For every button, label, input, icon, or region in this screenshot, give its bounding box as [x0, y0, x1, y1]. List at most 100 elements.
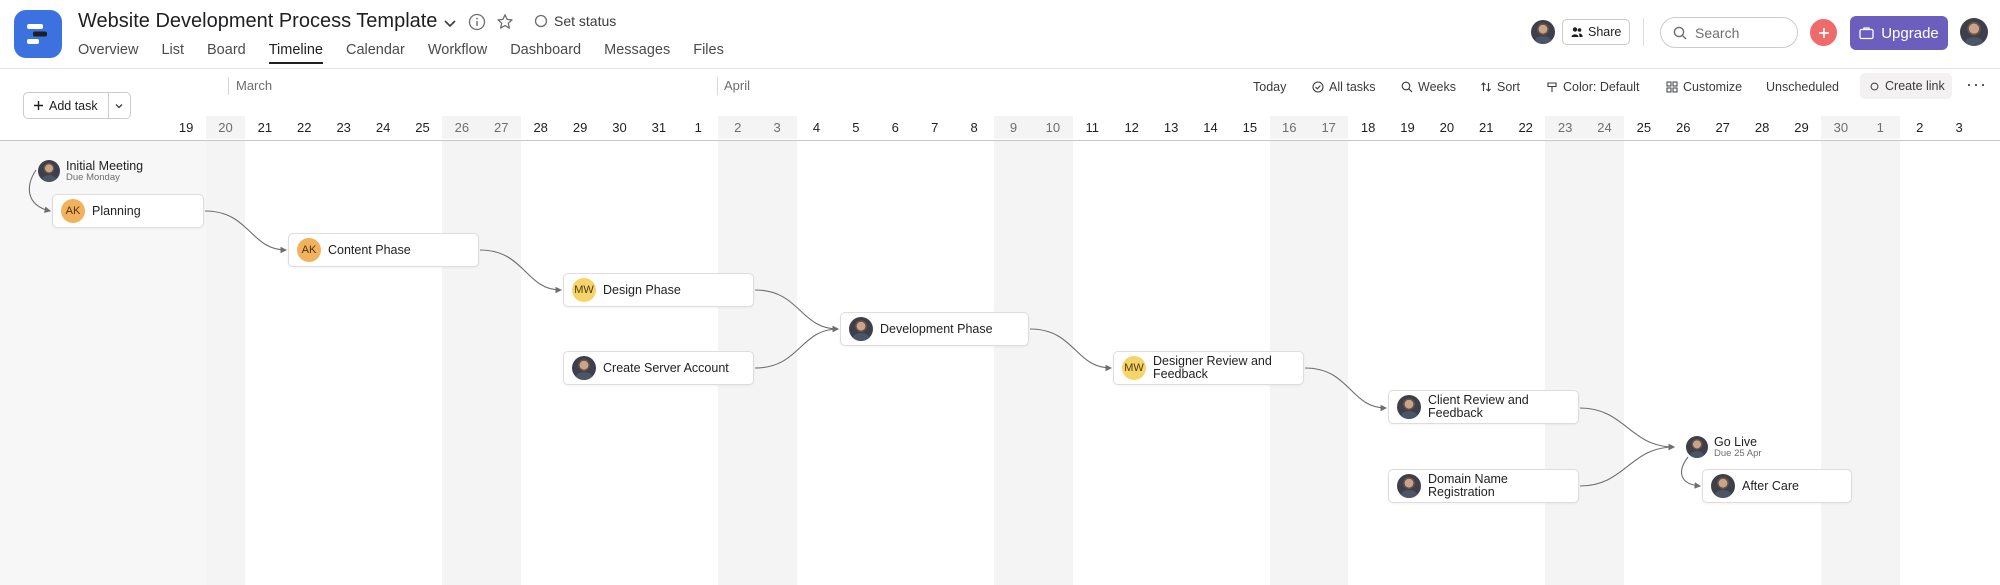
tab-files[interactable]: Files: [693, 42, 724, 64]
task-name: Create Server Account: [603, 360, 729, 375]
milestone-initial-meeting[interactable]: Initial Meeting Due Monday: [38, 159, 143, 183]
add-task-button[interactable]: Add task: [23, 92, 131, 119]
color-button[interactable]: Color: Default: [1546, 80, 1639, 94]
task-bar-domain-registration[interactable]: Domain Name Registration: [1388, 469, 1579, 503]
task-bar-client-review[interactable]: Client Review and Feedback: [1388, 390, 1579, 424]
day-label: 19: [1400, 120, 1415, 135]
plus-icon: [1818, 27, 1829, 38]
user-avatar[interactable]: [1960, 18, 1988, 46]
assignee-avatar[interactable]: MW: [572, 278, 596, 302]
customize-button[interactable]: Customize: [1666, 80, 1742, 94]
day-label: 29: [572, 120, 588, 135]
assignee-avatar[interactable]: AK: [61, 199, 85, 223]
today-button[interactable]: Today: [1253, 80, 1286, 94]
weekend-column: [757, 141, 797, 585]
share-button[interactable]: Share: [1562, 19, 1631, 45]
task-name: Planning: [92, 203, 141, 218]
assignee-avatar[interactable]: [1397, 395, 1421, 419]
info-icon[interactable]: [467, 12, 487, 32]
day-label: 21: [257, 120, 273, 135]
day-label: 6: [891, 120, 899, 135]
timeline-grid[interactable]: [0, 141, 2000, 585]
set-status-label: Set status: [554, 13, 617, 29]
day-label: 8: [970, 120, 978, 135]
task-bar-planning[interactable]: AK Planning: [52, 194, 204, 228]
search-icon: [1673, 26, 1687, 39]
assignee-avatar[interactable]: [572, 356, 596, 380]
day-label: 26: [442, 116, 482, 139]
task-bar-after-care[interactable]: After Care: [1702, 469, 1852, 503]
check-circle-icon: [1312, 81, 1324, 93]
tab-timeline[interactable]: Timeline: [268, 42, 324, 64]
assignee-avatar[interactable]: [1686, 436, 1708, 458]
assignee-avatar[interactable]: AK: [297, 238, 321, 262]
all-tasks-label: All tasks: [1329, 80, 1376, 94]
add-task-dropdown[interactable]: [107, 93, 130, 118]
assignee-avatar[interactable]: [1397, 474, 1421, 498]
sort-button[interactable]: Sort: [1480, 80, 1520, 94]
assignee-avatar[interactable]: MW: [1122, 356, 1146, 380]
tab-board[interactable]: Board: [207, 42, 246, 64]
day-label: 18: [1360, 120, 1376, 135]
upgrade-button[interactable]: Upgrade: [1850, 16, 1948, 50]
assignee-avatar[interactable]: [1711, 474, 1735, 498]
weekend-column: [1821, 141, 1861, 585]
day-label: 27: [1715, 120, 1730, 135]
day-label: 1: [1860, 116, 1900, 139]
month-divider: [228, 77, 229, 95]
today-label: Today: [1253, 80, 1287, 94]
add-task-main[interactable]: Add task: [24, 93, 108, 118]
search-input[interactable]: Search: [1660, 17, 1798, 48]
all-tasks-filter[interactable]: All tasks: [1312, 80, 1376, 94]
milestone-go-live[interactable]: Go Live Due 25 Apr: [1686, 435, 1762, 459]
day-label: 2: [1916, 120, 1924, 135]
task-bar-design-phase[interactable]: MW Design Phase: [563, 273, 754, 307]
tab-list[interactable]: List: [161, 42, 184, 64]
zoom-weeks-button[interactable]: Weeks: [1401, 80, 1456, 94]
more-options-icon[interactable]: ···: [1966, 74, 1987, 95]
day-label: 14: [1203, 120, 1218, 135]
day-label: 11: [1085, 120, 1100, 135]
task-bar-development-phase[interactable]: Development Phase: [840, 312, 1029, 346]
tab-overview[interactable]: Overview: [78, 42, 138, 64]
assignee-avatar[interactable]: [849, 317, 873, 341]
tab-dashboard[interactable]: Dashboard: [510, 42, 581, 64]
weekend-column: [1309, 141, 1349, 585]
weekend-column: [481, 141, 521, 585]
day-label: 1: [694, 120, 702, 135]
color-label: Color: Default: [1563, 80, 1640, 94]
create-link-button[interactable]: Create link: [1860, 73, 1952, 99]
header-divider: [0, 68, 2000, 69]
paint-icon: [1547, 82, 1557, 92]
tab-workflow[interactable]: Workflow: [428, 42, 487, 64]
day-label: 25: [1636, 120, 1652, 135]
member-avatar[interactable]: [1531, 20, 1555, 44]
day-label: 30: [612, 120, 627, 135]
star-icon[interactable]: [495, 12, 515, 32]
milestone-due: Due 25 Apr: [1714, 448, 1762, 459]
month-divider: [717, 77, 718, 95]
day-label: 30: [1821, 116, 1861, 139]
app-logo[interactable]: [14, 10, 62, 58]
chevron-down-icon[interactable]: [440, 13, 460, 33]
create-button[interactable]: [1810, 19, 1837, 46]
project-title[interactable]: Website Development Process Template: [78, 10, 437, 33]
unscheduled-button[interactable]: Unscheduled: [1766, 80, 1839, 94]
task-bar-content-phase[interactable]: AK Content Phase: [288, 233, 479, 267]
weekend-column: [205, 141, 246, 585]
status-circle-icon: [534, 14, 548, 28]
day-label: 22: [1518, 120, 1533, 135]
day-label: 24: [1584, 116, 1625, 139]
day-label: 20: [205, 116, 246, 139]
task-bar-create-server-account[interactable]: Create Server Account: [563, 351, 754, 385]
zoom-icon: [1401, 81, 1413, 93]
tab-messages[interactable]: Messages: [604, 42, 670, 64]
task-name: Client Review and Feedback: [1428, 393, 1529, 420]
unscheduled-label: Unscheduled: [1766, 80, 1839, 94]
set-status-button[interactable]: Set status: [534, 13, 616, 29]
tab-calendar[interactable]: Calendar: [346, 42, 405, 64]
assignee-avatar[interactable]: [38, 160, 60, 182]
weekend-column: [1545, 141, 1585, 585]
task-bar-designer-review[interactable]: MW Designer Review and Feedback: [1113, 351, 1304, 385]
milestone-name: Go Live: [1714, 435, 1758, 449]
